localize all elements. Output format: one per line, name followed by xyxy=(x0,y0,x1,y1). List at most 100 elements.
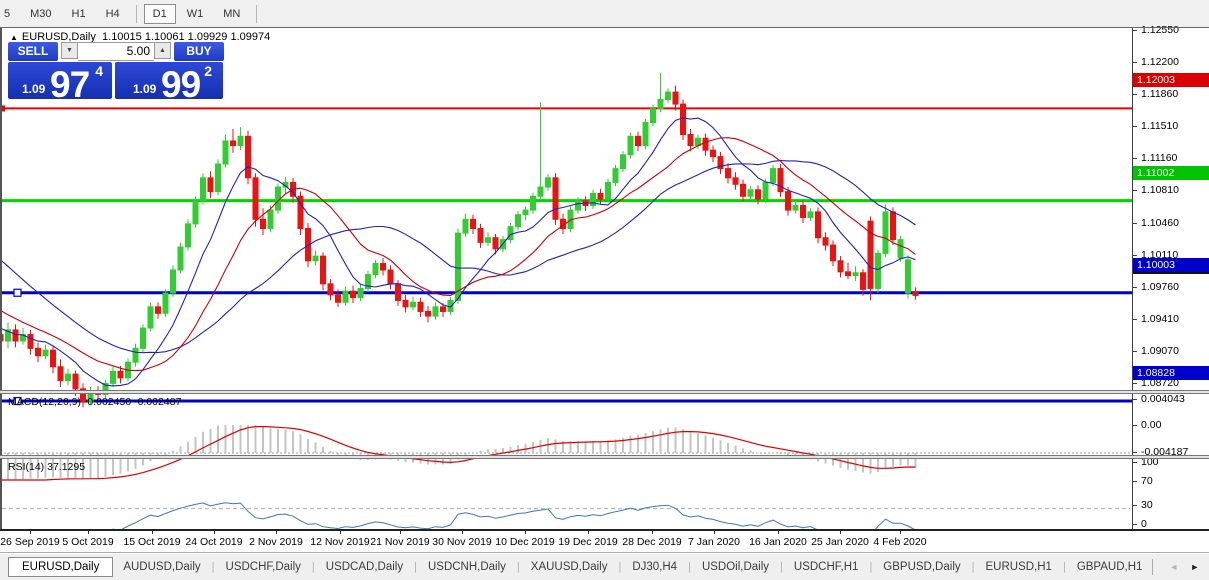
date-tick-mark xyxy=(525,531,526,534)
collapse-arrow-icon[interactable]: ▲ xyxy=(10,33,18,42)
volume-down-icon[interactable]: ▼ xyxy=(61,42,78,59)
date-label: 2 Nov 2019 xyxy=(249,536,303,548)
candle xyxy=(883,212,888,253)
date-label: 15 Oct 2019 xyxy=(123,536,180,548)
candle xyxy=(703,138,708,150)
candle xyxy=(673,92,678,104)
date-label: 25 Jan 2020 xyxy=(811,536,869,548)
date-tick-mark xyxy=(30,531,31,534)
time-axis: 26 Sep 20195 Oct 201915 Oct 201924 Oct 2… xyxy=(0,531,1209,552)
price-tick-mark xyxy=(1133,383,1137,384)
sell-button[interactable]: SELL xyxy=(8,42,58,61)
volume-input[interactable]: 5.00 xyxy=(78,42,154,61)
candle xyxy=(178,247,183,270)
timeframe-button-m30[interactable]: M30 xyxy=(21,4,60,24)
hline-1.12003[interactable] xyxy=(0,105,1132,111)
candle xyxy=(613,169,618,183)
timeframe-button-h1[interactable]: H1 xyxy=(63,4,95,24)
macd-tick-mark xyxy=(1133,425,1137,426)
date-label: 28 Dec 2019 xyxy=(622,536,682,548)
candle xyxy=(58,367,63,381)
pane-splitter[interactable] xyxy=(0,390,1209,394)
candle xyxy=(351,291,356,297)
candle xyxy=(838,261,843,272)
price-tick-mark xyxy=(1133,190,1137,191)
candle xyxy=(793,205,798,210)
timeframe-button-mn[interactable]: MN xyxy=(214,4,249,24)
candle xyxy=(651,109,656,123)
tab-eurusd-daily[interactable]: EURUSD,Daily xyxy=(8,557,113,577)
tab-audusd-daily[interactable]: AUDUSD,Daily xyxy=(113,557,210,577)
rsi-tick-mark xyxy=(1133,481,1137,482)
tab-usdchf-daily[interactable]: USDCHF,Daily xyxy=(216,557,311,577)
candle xyxy=(216,164,221,192)
chart-bottom-border xyxy=(0,529,1209,531)
candle xyxy=(726,169,731,178)
date-label: 10 Dec 2019 xyxy=(495,536,555,548)
tab-gbpusd-daily[interactable]: GBPUSD,Daily xyxy=(873,557,970,577)
one-click-trading-panel: SELL ▼ 5.00 ▲ BUY 1.09 97 4 1.09 99 2 xyxy=(8,42,227,99)
candle xyxy=(538,187,543,196)
candle xyxy=(328,284,333,295)
tab-usdcnh-daily[interactable]: USDCNH,Daily xyxy=(418,557,516,577)
candle xyxy=(553,178,558,219)
tab-separator xyxy=(1152,559,1153,575)
buy-price-box[interactable]: 1.09 99 2 xyxy=(115,62,223,99)
date-tick-mark xyxy=(340,531,341,534)
candle xyxy=(756,190,761,199)
tab-scroll-left-icon[interactable]: ◄ xyxy=(1163,560,1184,574)
candle xyxy=(36,348,41,355)
tab-usdoil-daily[interactable]: USDOil,Daily xyxy=(692,557,779,577)
tab-scroll-right-icon[interactable]: ► xyxy=(1184,560,1205,574)
candle xyxy=(141,328,146,348)
candle xyxy=(808,212,813,218)
tab-usdcad-daily[interactable]: USDCAD,Daily xyxy=(316,557,413,577)
tab-xauusd-daily[interactable]: XAUUSD,Daily xyxy=(521,557,618,577)
timeframe-button-h4[interactable]: H4 xyxy=(97,4,129,24)
tab-scroll-arrows: ◄► xyxy=(1152,559,1209,575)
candle xyxy=(478,229,483,243)
sell-price-big: 97 xyxy=(50,64,89,106)
candle xyxy=(73,374,78,389)
candle xyxy=(238,136,243,145)
tab-usdchf-h1[interactable]: USDCHF,H1 xyxy=(784,557,869,577)
candle xyxy=(688,135,693,146)
macd-tick-label: 0.00 xyxy=(1141,419,1161,431)
sell-price-box[interactable]: 1.09 97 4 xyxy=(8,62,112,99)
candle xyxy=(606,182,611,199)
candle xyxy=(891,212,896,240)
timeframe-button-w1[interactable]: W1 xyxy=(178,4,213,24)
date-tick-mark xyxy=(588,531,589,534)
price-tick-label: 1.10460 xyxy=(1141,217,1179,229)
candle xyxy=(771,169,776,183)
buy-price-sup: 2 xyxy=(204,63,212,79)
timeframe-toolbar: 5M30H1H4 D1W1MN xyxy=(0,0,1209,28)
buy-button[interactable]: BUY xyxy=(174,42,224,61)
tab-eurusd-h1[interactable]: EURUSD,H1 xyxy=(975,557,1061,577)
date-label: 26 Sep 2019 xyxy=(0,536,60,548)
candle xyxy=(388,270,393,284)
price-tick-mark xyxy=(1133,287,1137,288)
pane-splitter[interactable] xyxy=(0,455,1209,459)
chart-tab-bar: EURUSD,DailyAUDUSD,Daily|USDCHF,Daily|US… xyxy=(0,554,1209,580)
date-tick-mark xyxy=(462,531,463,534)
hline-1.10003[interactable] xyxy=(0,289,1132,296)
candle xyxy=(471,219,476,228)
timeframe-button-5[interactable]: 5 xyxy=(1,4,19,24)
tab-gbpaud-h1[interactable]: GBPAUD,H1 xyxy=(1067,557,1153,577)
timeframe-button-d1[interactable]: D1 xyxy=(144,4,176,24)
rsi-label: RSI(14) 37.1295 xyxy=(8,461,85,473)
date-tick-mark xyxy=(276,531,277,534)
price-tick-label: 1.10810 xyxy=(1141,184,1179,196)
candle xyxy=(43,350,48,356)
price-tick-label: 1.09070 xyxy=(1141,345,1179,357)
date-tick-mark xyxy=(778,531,779,534)
volume-up-icon[interactable]: ▲ xyxy=(154,42,171,59)
candle xyxy=(396,284,401,301)
volume-stepper: ▼ 5.00 ▲ xyxy=(61,42,171,61)
tab-dj30-h4[interactable]: DJ30,H4 xyxy=(622,557,687,577)
candle xyxy=(531,196,536,210)
candle xyxy=(823,238,828,245)
candle xyxy=(201,178,206,201)
rsi-tick-mark xyxy=(1133,505,1137,506)
